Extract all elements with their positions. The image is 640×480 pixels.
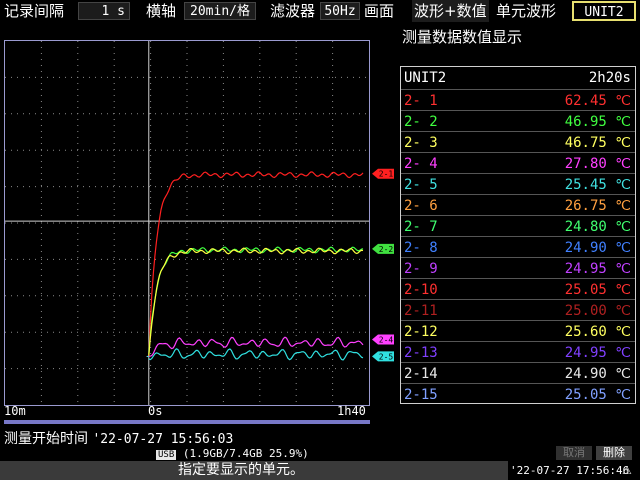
channel-markers: 2-1 2-2 2-4 2-5 [372,168,394,362]
unit-select[interactable]: UNIT2 [572,1,636,21]
hint-text: 指定要显示的单元。 [178,462,304,478]
channel-label: 2-10 [404,282,438,298]
measurement-table: UNIT2 2h20s 2- 1 62.45 ℃ 2- 2 46.95 ℃ 2- 3 46… [400,66,636,404]
channel-label: 2- 7 [404,219,438,235]
time-scrollbar[interactable] [4,420,370,424]
waveform-plot[interactable] [4,40,370,406]
channel-marker-2-5[interactable]: 2-5 [372,351,394,362]
channel-marker-label: 2-5 [379,352,394,361]
table-row: 2-14 24.90 ℃ [401,362,635,385]
channel-value: 24.95 ℃ [564,345,631,361]
series-line-2-2 [148,246,364,354]
channel-value: 24.90 ℃ [564,366,631,382]
panel-title: 测量数据数值显示 [402,28,523,46]
channel-label: 2-11 [404,303,438,319]
warning-icon: ⚠ [622,464,632,477]
x-tick-label: 10m [4,404,26,418]
channel-marker-2-4[interactable]: 2-4 [372,334,394,345]
delete-button[interactable]: 删除 [596,446,632,460]
table-row: 2- 9 24.95 ℃ [401,257,635,280]
channel-value: 62.45 ℃ [564,93,631,109]
table-row: 2-15 25.05 ℃ [401,383,635,406]
start-time-value: '22-07-27 15:56:03 [92,432,234,447]
channel-label: 2-12 [404,324,438,340]
horizontal-axis-label: 横轴 [146,2,177,20]
table-row: 2- 5 25.45 ℃ [401,173,635,196]
table-row: 2-10 25.05 ℃ [401,278,635,301]
channel-value: 25.00 ℃ [564,303,631,319]
table-elapsed-time: 2h20s [588,70,631,86]
channel-label: 2- 9 [404,261,438,277]
table-row: 2-12 25.60 ℃ [401,320,635,343]
channel-value: 46.95 ℃ [564,114,631,130]
table-row: 2- 6 26.75 ℃ [401,194,635,217]
channel-marker-label: 2-4 [379,335,394,344]
table-row: 2-13 24.95 ℃ [401,341,635,364]
table-unit-label: UNIT2 [404,70,447,86]
table-row: 2- 3 46.75 ℃ [401,131,635,154]
channel-label: 2- 3 [404,135,438,151]
series-line-2-1 [148,171,364,357]
start-time-label: 测量开始时间 [4,431,88,447]
channel-label: 2- 8 [404,240,438,256]
channel-value: 24.95 ℃ [564,261,631,277]
table-row: 2-11 25.00 ℃ [401,299,635,322]
channel-value: 24.90 ℃ [564,240,631,256]
series-line-2-5 [148,348,364,361]
waveform-chart [5,41,369,405]
screen-label: 画面 [364,2,395,20]
channel-value: 26.75 ℃ [564,198,631,214]
channel-value: 25.05 ℃ [564,387,631,403]
storage-info: (1.9GB/7.4GB 25.9%) [182,447,309,460]
channel-label: 2- 1 [404,93,438,109]
channel-value: 46.75 ℃ [564,135,631,151]
table-row: 2- 8 24.90 ℃ [401,236,635,259]
channel-label: 2- 2 [404,114,438,130]
usb-icon: USB [156,450,177,460]
channel-value: 24.80 ℃ [564,219,631,235]
unit-waveform-label: 单元波形 [496,2,557,20]
channel-value: 25.05 ℃ [564,282,631,298]
channel-value: 25.60 ℃ [564,324,631,340]
table-row: 2- 4 27.80 ℃ [401,152,635,175]
channel-marker-label: 2-2 [379,245,394,254]
x-tick-label: 1h40 [337,404,366,418]
current-time: '22-07-27 17:56:46 [510,464,630,477]
channel-label: 2-13 [404,345,438,361]
channel-label: 2- 6 [404,198,438,214]
channel-label: 2-14 [404,366,438,382]
table-row: 2- 1 62.45 ℃ [401,89,635,112]
channel-marker-2-2[interactable]: 2-2 [372,243,394,254]
record-interval-label: 记录间隔 [4,2,65,20]
channel-label: 2- 5 [404,177,438,193]
filter-field[interactable]: 50Hz [320,2,360,20]
channel-label: 2-15 [404,387,438,403]
table-header: UNIT2 2h20s [401,67,635,89]
channel-marker-2-1[interactable]: 2-1 [372,168,394,179]
channel-label: 2- 4 [404,156,438,172]
filter-label: 滤波器 [270,2,316,20]
channel-value: 25.45 ℃ [564,177,631,193]
x-axis: 10m 0s 1h40 [0,404,372,418]
x-tick-label: 0s [148,404,163,418]
screen-mode-field[interactable]: 波形+数值 [412,0,489,22]
channel-value: 27.80 ℃ [564,156,631,172]
record-interval-field[interactable]: 1 s [78,2,130,20]
cancel-button[interactable]: 取消 [556,446,592,460]
horizontal-axis-field[interactable]: 20min/格 [184,2,256,20]
channel-marker-label: 2-1 [379,170,394,179]
table-row: 2- 7 24.80 ℃ [401,215,635,238]
table-row: 2- 2 46.95 ℃ [401,110,635,133]
